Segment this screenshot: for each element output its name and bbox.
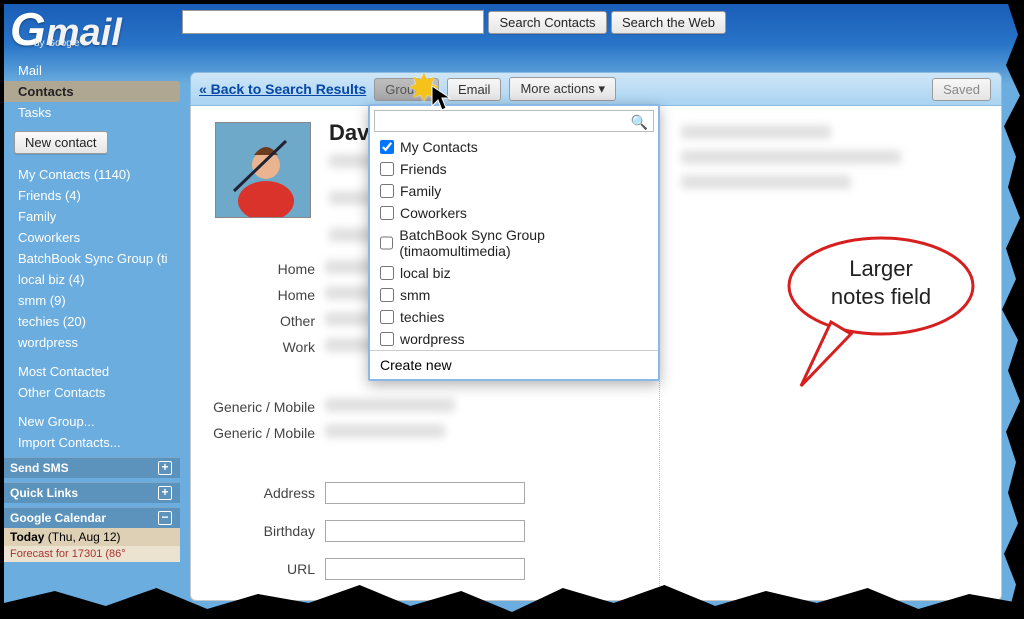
redacted [681,125,831,139]
field-label: Birthday [191,523,325,539]
sidebar-item-contacts[interactable]: Contacts [4,81,180,102]
group-checkbox[interactable] [380,184,394,198]
group-checkbox[interactable] [380,310,394,324]
birthday-input[interactable] [325,520,525,542]
group-option[interactable]: local biz [370,262,658,284]
sidebar-group[interactable]: smm (9) [4,290,180,311]
svg-text:notes field: notes field [831,284,931,309]
expand-icon[interactable]: + [158,461,172,475]
sidebar-group[interactable]: Friends (4) [4,185,180,206]
group-option[interactable]: BatchBook Sync Group (timaomultimedia) [370,224,658,262]
group-option[interactable]: wordpress [370,328,658,350]
group-checkbox[interactable] [380,162,394,176]
sidebar-group[interactable]: local biz (4) [4,269,180,290]
search-icon: 🔍 [631,114,648,131]
field-label: Home [191,287,325,303]
sidebar-item-tasks[interactable]: Tasks [4,102,180,123]
search-web-button[interactable]: Search the Web [611,11,726,34]
avatar[interactable] [215,122,311,218]
field-label: Address [191,485,325,501]
group-checkbox[interactable] [380,206,394,220]
collapse-icon[interactable]: − [158,511,172,525]
section-google-calendar[interactable]: Google Calendar− [4,507,180,528]
field-label: Home [191,261,325,277]
redacted [681,150,901,164]
field-label: Work [191,339,325,355]
group-option[interactable]: techies [370,306,658,328]
groups-dropdown: 🔍 My Contacts Friends Family Coworkers B… [368,104,660,381]
redacted [325,424,445,438]
group-option[interactable]: My Contacts [370,136,658,158]
back-to-results[interactable]: « Back to Search Results [199,81,366,97]
calendar-today: Today (Thu, Aug 12) [4,528,180,546]
sidebar-most-contacted[interactable]: Most Contacted [4,361,180,382]
sidebar-group[interactable]: wordpress [4,332,180,353]
search-contacts-button[interactable]: Search Contacts [488,11,606,34]
url-input[interactable] [325,558,525,580]
saved-status: Saved [932,78,991,101]
group-checkbox[interactable] [380,288,394,302]
sidebar-group[interactable]: Family [4,206,180,227]
search-input[interactable] [182,10,484,34]
cursor-icon [430,84,454,112]
group-search-input[interactable] [374,110,654,132]
email-button[interactable]: Email [447,78,502,101]
svg-text:Larger: Larger [849,256,913,281]
group-option[interactable]: Coworkers [370,202,658,224]
group-checkbox[interactable] [380,140,394,154]
address-input[interactable] [325,482,525,504]
section-quick-links[interactable]: Quick Links+ [4,482,180,503]
section-send-sms[interactable]: Send SMS+ [4,457,180,478]
toolbar: « Back to Search Results Groups Email Mo… [190,72,1002,106]
more-actions-button[interactable]: More actions ▾ [509,77,616,101]
new-contact-button[interactable]: New contact [14,131,108,154]
group-option[interactable]: smm [370,284,658,306]
sidebar-group[interactable]: BatchBook Sync Group (ti [4,248,180,269]
sidebar-group[interactable]: techies (20) [4,311,180,332]
field-label: Other [191,313,325,329]
group-option[interactable]: Friends [370,158,658,180]
sidebar-item-mail[interactable]: Mail [4,60,180,81]
field-label: Generic / Mobile [191,425,325,441]
sidebar-import-contacts[interactable]: Import Contacts... [4,432,180,453]
group-checkbox[interactable] [380,236,393,250]
redacted [681,175,851,189]
group-checkbox[interactable] [380,332,394,346]
sidebar-group[interactable]: My Contacts (1140) [4,164,180,185]
redacted [325,398,455,412]
sidebar-group[interactable]: Coworkers [4,227,180,248]
by-google: by Google [34,38,80,49]
group-option[interactable]: Family [370,180,658,202]
group-checkbox[interactable] [380,266,394,280]
sidebar-other-contacts[interactable]: Other Contacts [4,382,180,403]
contact-name[interactable]: Dav [329,120,369,146]
sidebar-new-group[interactable]: New Group... [4,411,180,432]
sidebar: Mail Contacts Tasks New contact My Conta… [4,60,180,562]
callout-larger-notes: Larger notes field [761,226,981,406]
calendar-forecast[interactable]: Forecast for 17301 (86° [4,546,180,562]
field-label: URL [191,561,325,577]
field-label: Generic / Mobile [191,399,325,415]
expand-icon[interactable]: + [158,486,172,500]
create-new-group[interactable]: Create new [370,350,658,379]
